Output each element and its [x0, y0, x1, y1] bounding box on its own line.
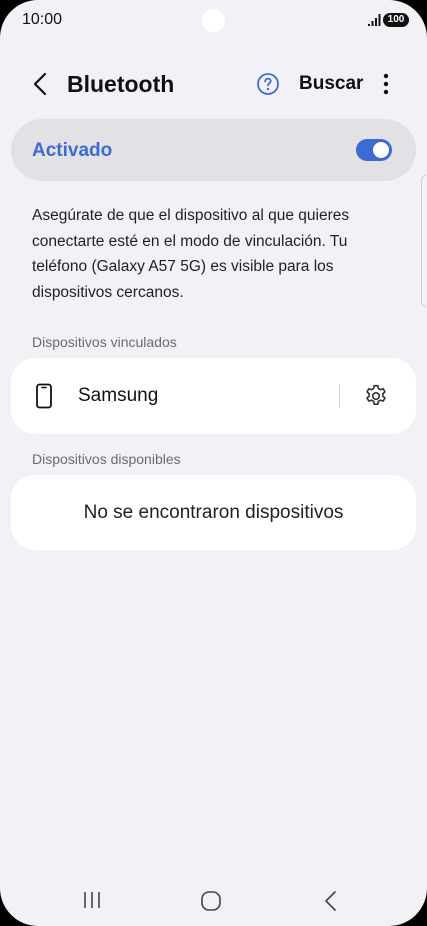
more-vert-icon	[383, 73, 389, 95]
back-button[interactable]	[26, 70, 54, 98]
bluetooth-toggle-row[interactable]: Activado	[11, 119, 416, 181]
home-icon	[201, 891, 221, 911]
battery-icon: 100	[383, 13, 409, 27]
camera-cutout	[202, 9, 225, 32]
help-button[interactable]	[256, 72, 280, 96]
gear-icon	[366, 384, 386, 405]
available-devices-header: Dispositivos disponibles	[32, 451, 181, 467]
back-nav-icon	[325, 891, 336, 911]
phone-icon	[35, 383, 53, 409]
search-button[interactable]: Buscar	[299, 72, 363, 96]
bluetooth-switch[interactable]	[356, 139, 392, 161]
home-button[interactable]	[200, 890, 222, 912]
device-settings-button[interactable]	[363, 383, 389, 409]
switch-knob	[373, 142, 389, 158]
recents-icon	[84, 892, 100, 908]
paired-devices-header: Dispositivos vinculados	[32, 334, 177, 350]
nav-back-button[interactable]	[322, 890, 340, 912]
bluetooth-description: Asegúrate de que el dispositivo al que q…	[32, 207, 350, 301]
toggle-label: Activado	[32, 140, 113, 161]
no-devices-message: No se encontraron dispositivos	[83, 502, 344, 523]
recents-button[interactable]	[80, 890, 104, 910]
phone-screen: 10:00 100 Bluetooth Buscar Activado Aseg…	[0, 0, 427, 926]
page-title: Bluetooth	[67, 71, 175, 97]
more-options-button[interactable]	[376, 70, 396, 98]
status-time: 10:00	[22, 11, 63, 28]
app-bar: Bluetooth Buscar	[0, 60, 427, 108]
help-icon	[257, 73, 279, 95]
available-devices-card: No se encontraron dispositivos	[11, 475, 416, 550]
paired-device-row[interactable]: Samsung	[11, 358, 416, 434]
scrollbar[interactable]	[421, 175, 426, 307]
divider	[339, 384, 340, 408]
signal-icon	[367, 13, 381, 27]
navigation-bar	[0, 876, 427, 926]
status-bar: 10:00 100	[0, 0, 427, 44]
back-icon	[33, 72, 47, 96]
device-name: Samsung	[78, 385, 159, 406]
